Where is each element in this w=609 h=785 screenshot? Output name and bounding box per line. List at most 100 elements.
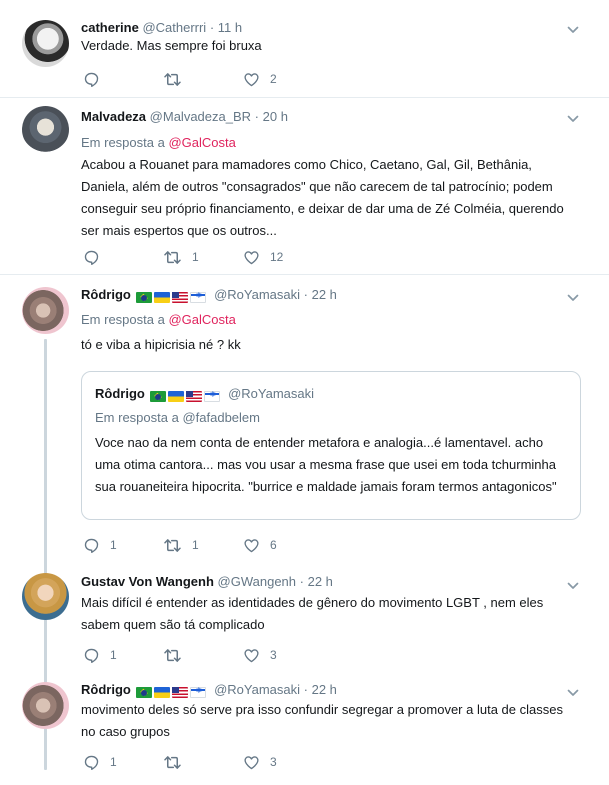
like-count: 3 — [270, 755, 277, 769]
like-button[interactable]: 2 — [243, 69, 277, 89]
like-count: 2 — [270, 72, 277, 86]
tweet-header: Rôdrigo @RoYamasaki · 22 h — [81, 287, 337, 304]
like-button[interactable]: 3 — [243, 752, 277, 772]
reply-icon — [83, 754, 100, 771]
tweet-actions: 1 12 — [83, 247, 383, 267]
tweet-text: tó e viba a hipicrisia né ? kk — [81, 337, 241, 352]
retweet-count: 1 — [192, 250, 199, 264]
like-button[interactable]: 6 — [243, 535, 277, 555]
tweet-text: Verdade. Mas sempre foi bruxa — [81, 38, 262, 53]
avatar[interactable] — [22, 573, 69, 620]
mention-link[interactable]: @GalCosta — [168, 312, 235, 327]
retweet-button[interactable]: 1 — [163, 247, 199, 267]
tweet-gustav[interactable]: Gustav Von Wangenh @GWangenh · 22 h Mais… — [0, 565, 609, 672]
user-handle[interactable]: @RoYamasaki — [214, 287, 300, 302]
chevron-down-icon[interactable] — [567, 292, 576, 301]
tweet-rodrigo-2[interactable]: Rôdrigo @RoYamasaki · 22 h movimento del… — [0, 672, 609, 785]
reply-icon — [83, 537, 100, 554]
chevron-down-icon[interactable] — [567, 580, 576, 589]
reply-button[interactable] — [83, 69, 100, 89]
avatar[interactable] — [22, 682, 69, 729]
retweet-icon — [163, 753, 182, 772]
retweet-button[interactable] — [163, 752, 182, 772]
flag-emojis — [150, 388, 222, 403]
quoted-reply-context: Em resposta a @fafadbelem — [95, 410, 260, 425]
chevron-down-icon[interactable] — [567, 113, 576, 122]
reply-button[interactable]: 1 — [83, 752, 117, 772]
reply-icon — [83, 249, 100, 266]
user-handle[interactable]: @GWangenh — [218, 574, 296, 589]
separator-dot: · — [209, 20, 215, 35]
retweet-button[interactable]: 1 — [163, 535, 199, 555]
quoted-tweet-text: Voce nao da nem conta de entender metafo… — [95, 435, 557, 494]
flag-emojis — [136, 289, 208, 304]
chevron-down-icon[interactable] — [567, 687, 576, 696]
reply-button[interactable]: 1 — [83, 645, 117, 665]
reply-button[interactable] — [83, 247, 100, 267]
tweet-actions: 2 — [83, 69, 383, 89]
avatar[interactable] — [22, 20, 69, 67]
tweet-actions: 1 3 — [83, 645, 383, 665]
user-handle[interactable]: @RoYamasaki — [214, 682, 300, 697]
display-name[interactable]: catherine — [81, 20, 139, 35]
chevron-down-icon[interactable] — [567, 24, 576, 33]
timestamp[interactable]: 11 h — [218, 20, 242, 35]
heart-icon — [243, 754, 260, 771]
display-name[interactable]: Gustav Von Wangenh — [81, 574, 214, 589]
reply-context: Em resposta a @GalCosta — [81, 312, 236, 327]
quoted-display-name: Rôdrigo — [95, 386, 145, 401]
tweet-malvadeza[interactable]: Malvadeza @Malvadeza_BR · 20 h Em respos… — [0, 98, 609, 274]
reply-icon — [83, 71, 100, 88]
tweet-header: Gustav Von Wangenh @GWangenh · 22 h — [81, 574, 333, 589]
separator-dot: · — [299, 574, 304, 589]
ukraine-flag-icon — [168, 391, 185, 403]
avatar[interactable] — [22, 106, 69, 153]
tweet-actions: 1 1 6 — [83, 535, 383, 555]
quoted-tweet[interactable]: Rôdrigo @RoYamasaki Em resposta a @fafad… — [81, 371, 581, 520]
quoted-mention: @fafadbelem — [182, 410, 260, 425]
separator-dot: · — [254, 109, 259, 124]
usa-flag-icon — [172, 687, 189, 699]
display-name[interactable]: Rôdrigo — [81, 287, 131, 302]
tweet-text: movimento deles só serve pra isso confun… — [81, 702, 563, 739]
retweet-button[interactable] — [163, 645, 182, 665]
usa-flag-icon — [172, 292, 189, 304]
heart-icon — [243, 249, 260, 266]
user-handle[interactable]: @Catherrri — [142, 20, 206, 35]
heart-icon — [243, 537, 260, 554]
brazil-flag-icon — [150, 391, 167, 403]
reply-count: 1 — [110, 755, 117, 769]
timestamp[interactable]: 22 h — [312, 682, 337, 697]
timestamp[interactable]: 22 h — [312, 287, 337, 302]
quoted-tweet-header: Rôdrigo @RoYamasaki — [95, 386, 314, 403]
heart-icon — [243, 647, 260, 664]
mention-link[interactable]: @GalCosta — [168, 135, 235, 150]
tweet-text: Acabou a Rouanet para mamadores como Chi… — [81, 157, 564, 238]
ukraine-flag-icon — [154, 292, 171, 304]
reply-button[interactable]: 1 — [83, 535, 117, 555]
tweet-header: Rôdrigo @RoYamasaki · 22 h — [81, 682, 337, 699]
user-handle[interactable]: @Malvadeza_BR — [150, 109, 251, 124]
tweet-catherine[interactable]: catherine @Catherrri · 11 h Verdade. Mas… — [0, 0, 609, 98]
brazil-flag-icon — [136, 292, 153, 304]
timestamp[interactable]: 20 h — [263, 109, 288, 124]
ukraine-flag-icon — [154, 687, 171, 699]
like-button[interactable]: 12 — [243, 247, 283, 267]
heart-icon — [243, 71, 260, 88]
timestamp[interactable]: 22 h — [308, 574, 333, 589]
display-name[interactable]: Malvadeza — [81, 109, 146, 124]
israel-flag-icon — [190, 291, 207, 304]
like-count: 6 — [270, 538, 277, 552]
reply-icon — [83, 647, 100, 664]
avatar[interactable] — [22, 287, 69, 334]
retweet-button[interactable] — [163, 69, 182, 89]
retweet-icon — [163, 70, 182, 89]
separator-dot: · — [303, 682, 308, 697]
like-button[interactable]: 3 — [243, 645, 277, 665]
like-count: 3 — [270, 648, 277, 662]
like-count: 12 — [270, 250, 284, 264]
reply-count: 1 — [110, 648, 117, 662]
retweet-icon — [163, 646, 182, 665]
tweet-text: Mais difícil é entender as identidades d… — [81, 595, 544, 632]
display-name[interactable]: Rôdrigo — [81, 682, 131, 697]
